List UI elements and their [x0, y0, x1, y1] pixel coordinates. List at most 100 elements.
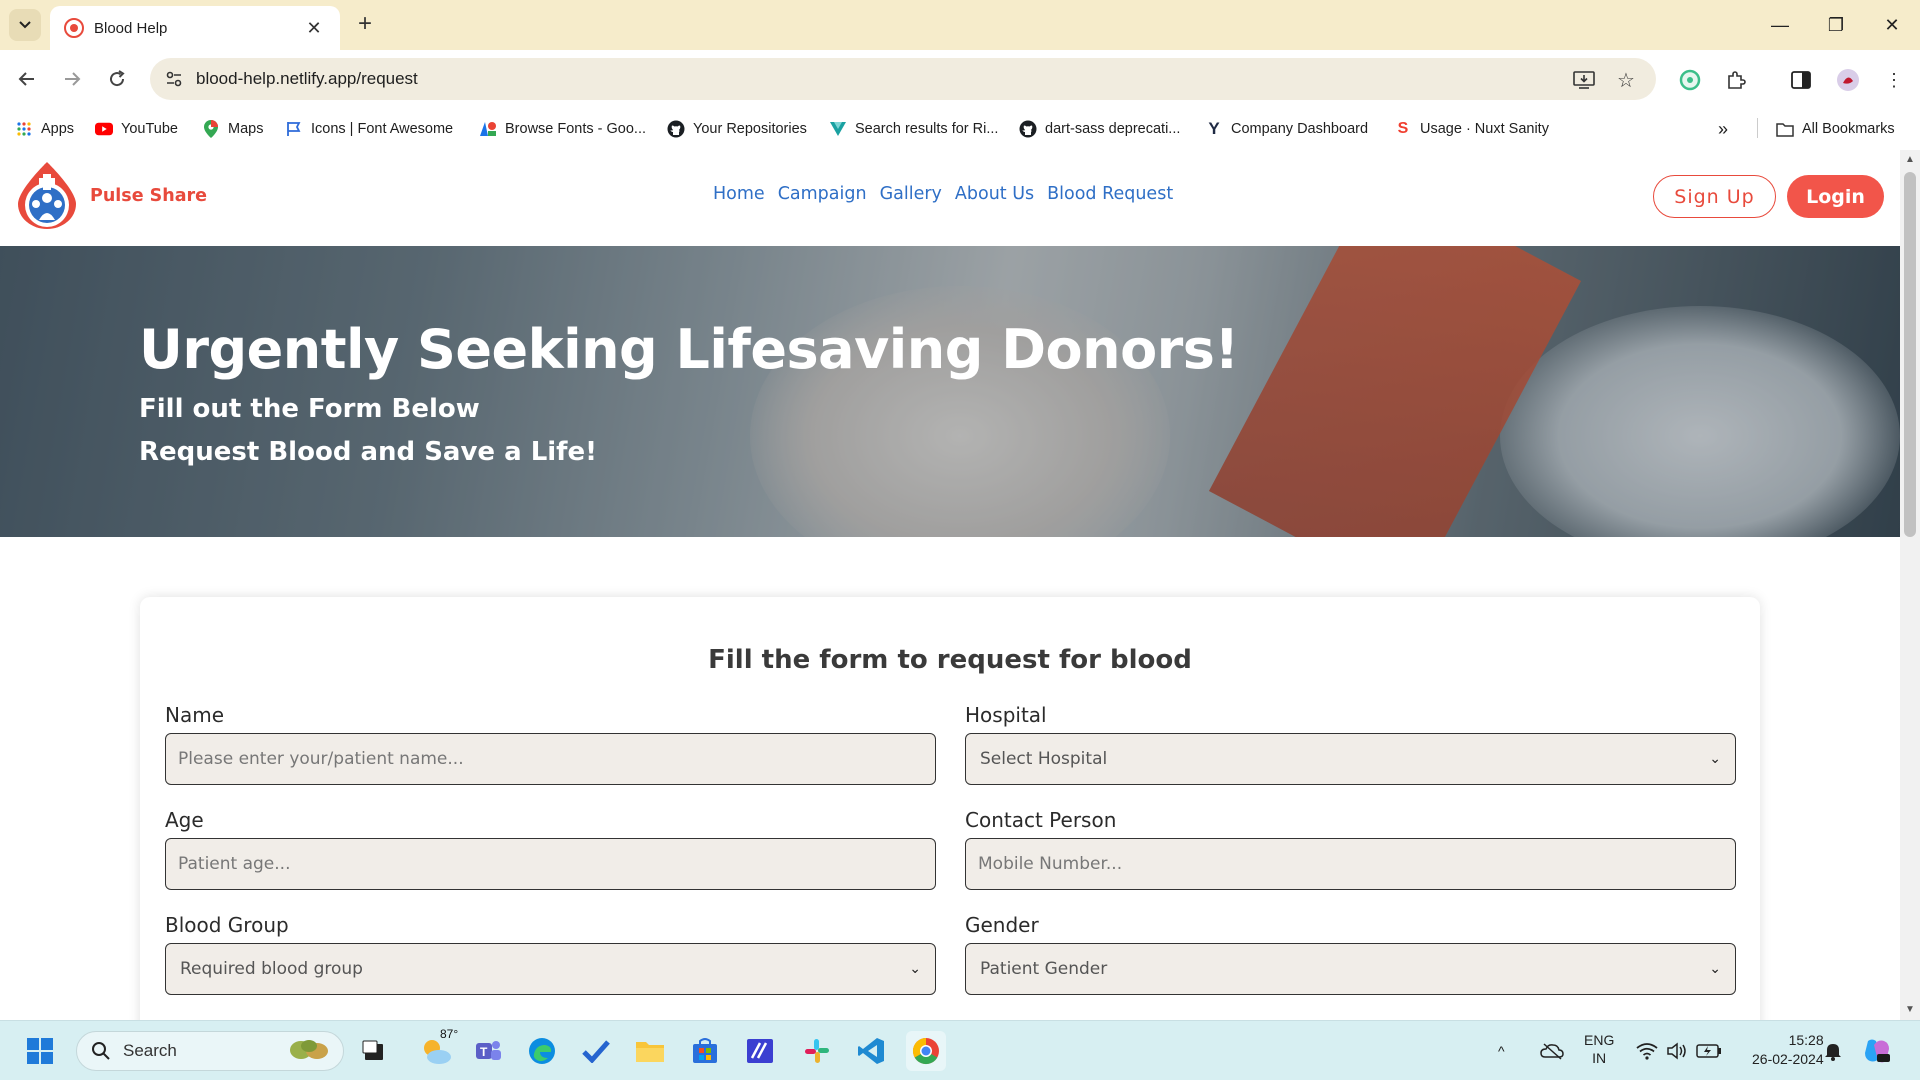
copilot-icon[interactable]: [1862, 1031, 1892, 1071]
bookmark-label: Apps: [41, 121, 75, 137]
ycombinator-icon: Y: [1208, 119, 1220, 138]
maps-pin-icon: [202, 120, 220, 138]
reload-icon: [110, 70, 125, 87]
blood-group-select[interactable]: Required blood group ⌄: [165, 943, 936, 995]
minimize-button[interactable]: —: [1752, 0, 1808, 50]
youtube-icon: [95, 120, 113, 138]
profile-avatar[interactable]: [1834, 66, 1862, 94]
bookmark-search-results[interactable]: Search results for Ri...: [829, 118, 998, 140]
bookmark-label: Search results for Ri...: [855, 121, 999, 137]
blood-group-select-value: Required blood group: [180, 959, 363, 979]
bookmark-youtube[interactable]: YouTube: [95, 118, 178, 140]
chrome-menu-icon[interactable]: ⋮: [1880, 66, 1908, 94]
hospital-select[interactable]: Select Hospital ⌄: [965, 733, 1736, 785]
pulse-share-logo[interactable]: [14, 160, 80, 230]
site-settings-icon[interactable]: [164, 69, 184, 89]
bookmarks-divider: [1757, 118, 1758, 138]
bookmark-apps[interactable]: Apps: [15, 118, 74, 140]
weather-widget[interactable]: 87°: [412, 1027, 460, 1071]
bookmark-company-dashboard[interactable]: Y Company Dashboard: [1205, 118, 1368, 140]
name-input[interactable]: Please enter your/patient name...: [165, 733, 936, 785]
gender-select[interactable]: Patient Gender ⌄: [965, 943, 1736, 995]
language-indicator[interactable]: ENG IN: [1584, 1031, 1614, 1071]
notification-bell-icon[interactable]: [1824, 1031, 1842, 1071]
bookmark-google-fonts[interactable]: Browse Fonts - Goo...: [479, 118, 646, 140]
chrome-taskbar-icon[interactable]: [906, 1031, 946, 1071]
chevron-down-icon: ⌄: [1709, 961, 1721, 977]
reload-button[interactable]: [100, 62, 134, 96]
hospital-select-value: Select Hospital: [980, 749, 1108, 769]
login-button[interactable]: Login: [1787, 175, 1884, 218]
age-input[interactable]: Patient age...: [165, 838, 936, 890]
contact-person-input[interactable]: Mobile Number...: [965, 838, 1736, 890]
url-text: blood-help.netlify.app/request: [196, 69, 418, 88]
restore-button[interactable]: ❐: [1808, 0, 1864, 50]
hospital-label: Hospital: [965, 703, 1047, 727]
close-window-button[interactable]: ✕: [1864, 0, 1920, 50]
side-panel-icon[interactable]: [1787, 66, 1815, 94]
more-bookmarks-chevron-icon[interactable]: »: [1718, 118, 1728, 140]
volume-icon[interactable]: [1666, 1031, 1688, 1071]
bookmark-label: Maps: [228, 121, 264, 137]
forward-button[interactable]: [55, 62, 89, 96]
file-explorer-icon[interactable]: [630, 1031, 670, 1071]
bookmark-usage-nuxt-sanity[interactable]: S Usage · Nuxt Sanity: [1394, 118, 1549, 140]
svg-text:T: T: [480, 1045, 488, 1059]
nav-campaign[interactable]: Campaign: [778, 184, 867, 204]
install-app-icon[interactable]: [1572, 68, 1596, 92]
clock[interactable]: 15:28 26-02-2024: [1752, 1031, 1824, 1071]
sign-up-button[interactable]: Sign Up: [1653, 175, 1776, 218]
todo-icon[interactable]: [576, 1031, 616, 1071]
new-tab-button[interactable]: +: [350, 10, 380, 40]
browser-title-bar: Blood Help ✕ + — ❐ ✕: [0, 0, 1920, 50]
bookmark-maps[interactable]: Maps: [202, 118, 263, 140]
age-label: Age: [165, 808, 204, 832]
vscode-icon[interactable]: [851, 1031, 891, 1071]
close-tab-icon[interactable]: ✕: [302, 18, 326, 39]
bookmark-dart-sass[interactable]: dart-sass deprecati...: [1019, 118, 1180, 140]
scroll-thumb[interactable]: [1904, 172, 1916, 537]
tab-title: Blood Help: [94, 19, 168, 37]
all-bookmarks-folder[interactable]: All Bookmarks: [1776, 118, 1895, 140]
microsoft-store-icon[interactable]: [685, 1031, 725, 1071]
slack-icon[interactable]: [797, 1031, 837, 1071]
nav-blood-request[interactable]: Blood Request: [1047, 184, 1173, 204]
arrow-left-icon: [18, 72, 34, 86]
back-button[interactable]: [10, 62, 44, 96]
hero-title: Urgently Seeking Lifesaving Donors!: [139, 318, 1239, 381]
teams-icon[interactable]: T: [468, 1031, 508, 1071]
taskbar-search-box[interactable]: Search: [76, 1031, 344, 1071]
browser-tab-active[interactable]: Blood Help ✕: [50, 6, 340, 50]
windows-start-icon[interactable]: [20, 1031, 60, 1071]
battery-icon[interactable]: [1696, 1031, 1722, 1071]
bookmark-font-awesome[interactable]: Icons | Font Awesome: [285, 118, 453, 140]
tab-search-button[interactable]: [9, 9, 41, 41]
nav-about-us[interactable]: About Us: [955, 184, 1034, 204]
nav-home[interactable]: Home: [713, 184, 765, 204]
github-icon: [667, 120, 685, 138]
wifi-icon[interactable]: [1636, 1031, 1658, 1071]
scroll-down-icon[interactable]: ▼: [1904, 1004, 1916, 1016]
scroll-up-icon[interactable]: ▲: [1904, 154, 1916, 166]
onedrive-icon[interactable]: [1540, 1031, 1564, 1071]
brand-name[interactable]: Pulse Share: [90, 186, 207, 206]
edge-icon[interactable]: [522, 1031, 562, 1071]
bookmark-label: Your Repositories: [693, 121, 807, 137]
extension-circle-icon[interactable]: [1676, 66, 1704, 94]
chevron-down-icon: ⌄: [1709, 751, 1721, 767]
search-highlight-icon: [285, 1036, 333, 1067]
contact-person-label: Contact Person: [965, 808, 1117, 832]
address-bar[interactable]: blood-help.netlify.app/request ☆: [150, 58, 1656, 100]
chevron-down-icon: ⌄: [909, 961, 921, 977]
page-scrollbar[interactable]: ▲ ▼: [1900, 150, 1920, 1020]
bookmark-star-icon[interactable]: ☆: [1614, 68, 1638, 92]
nav-gallery[interactable]: Gallery: [880, 184, 942, 204]
show-hidden-icons-chevron-icon[interactable]: ^: [1498, 1031, 1505, 1071]
bookmark-your-repositories[interactable]: Your Repositories: [667, 118, 807, 140]
editor-app-icon[interactable]: [740, 1031, 780, 1071]
hero-subtitle-1: Fill out the Form Below: [139, 394, 480, 424]
extensions-puzzle-icon[interactable]: [1722, 66, 1750, 94]
task-view-icon[interactable]: [354, 1031, 394, 1071]
bookmarks-bar: Apps YouTube Maps Icons | Font Awesome B…: [0, 108, 1920, 150]
vuetify-icon: [829, 120, 847, 138]
